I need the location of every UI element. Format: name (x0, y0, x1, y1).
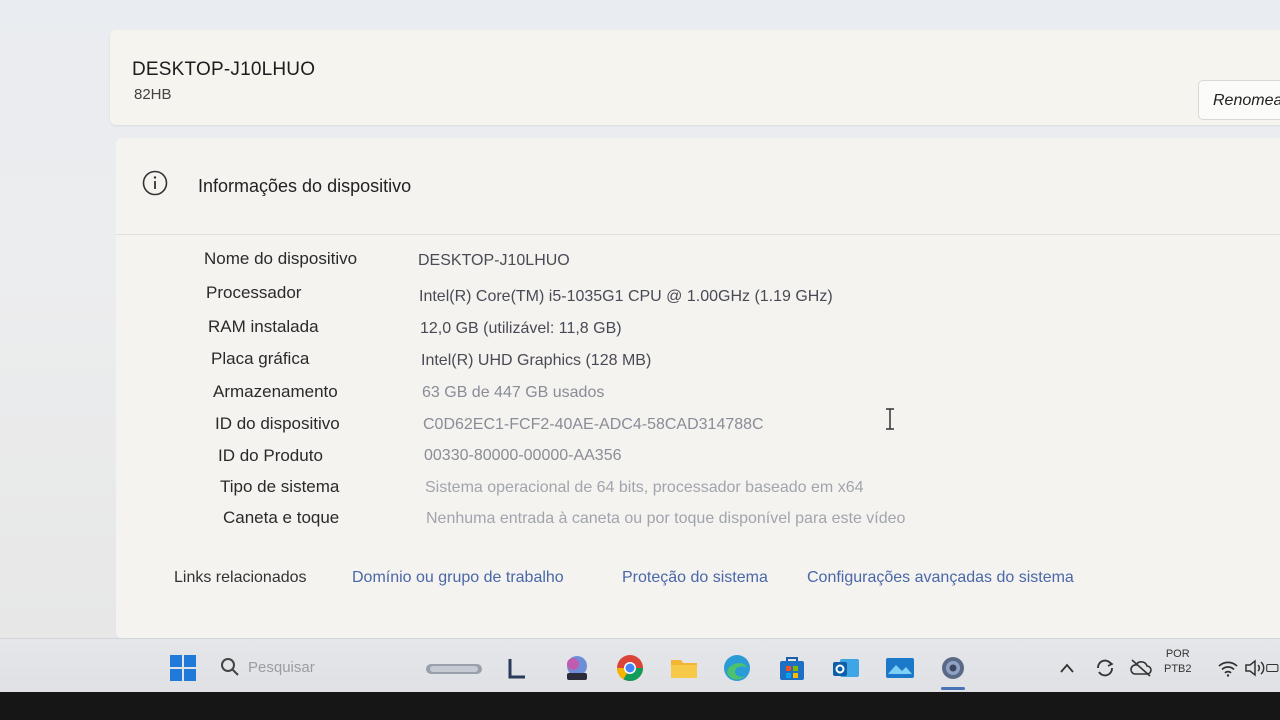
spec-label-storage: Armazenamento (213, 382, 338, 401)
spec-label-device-name: Nome do dispositivo (204, 249, 358, 268)
device-info-title: Informações do dispositivo (198, 176, 412, 196)
chevron-up-icon[interactable] (1052, 653, 1082, 683)
spec-label-system-type: Tipo de sistema (220, 477, 340, 496)
chrome-icon[interactable] (615, 653, 645, 683)
spec-label-processor: Processador (206, 283, 302, 302)
search-placeholder: Pesquisar (248, 658, 315, 676)
battery-icon[interactable] (1266, 653, 1280, 683)
spec-value-graphics[interactable]: Intel(R) UHD Graphics (128 MB) (421, 352, 651, 370)
spec-value-device-id[interactable]: C0D62EC1-FCF2-40AE-ADC4-58CAD314788C (423, 416, 764, 434)
photos-icon[interactable] (885, 653, 915, 683)
spec-value-pen-touch[interactable]: Nenhuma entrada à caneta ou por toque di… (426, 510, 905, 528)
file-explorer-icon[interactable] (669, 653, 699, 683)
rename-button[interactable]: Renomear (1198, 80, 1280, 120)
spec-value-product-id[interactable]: 00330-80000-00000-AA356 (424, 447, 622, 465)
device-info-header[interactable]: Informações do dispositivo (116, 138, 1280, 235)
link-advanced-system-settings[interactable]: Configurações avançadas do sistema (807, 569, 1074, 587)
device-model-label: 82HB (134, 86, 172, 103)
spec-label-device-id: ID do dispositivo (215, 414, 340, 433)
search-icon (221, 658, 239, 676)
keyboard-layout-label: PTB2 (1164, 663, 1192, 675)
monitor-bezel (0, 692, 1280, 720)
sync-icon[interactable] (1090, 653, 1120, 683)
input-language-indicator[interactable]: POR PTB2 (1164, 647, 1192, 677)
link-system-protection[interactable]: Proteção do sistema (622, 569, 768, 587)
related-links-label: Links relacionados (174, 569, 307, 586)
taskbar: Pesquisar POR PTB2 (0, 638, 1280, 692)
device-name-heading: DESKTOP-J10LHUO (132, 59, 316, 80)
link-domain-workgroup[interactable]: Domínio ou grupo de trabalho (352, 569, 564, 587)
spec-label-graphics: Placa gráfica (211, 349, 310, 368)
info-icon (142, 170, 168, 196)
file-icon[interactable] (502, 653, 532, 683)
spec-value-storage[interactable]: 63 GB de 447 GB usados (422, 384, 604, 402)
settings-window: DESKTOP-J10LHUO 82HB Renomear Informaçõe… (0, 0, 1280, 692)
spec-value-ram[interactable]: 12,0 GB (utilizável: 11,8 GB) (420, 320, 622, 338)
text-cursor-icon (886, 408, 894, 430)
wifi-icon[interactable] (1213, 653, 1243, 683)
outlook-icon[interactable] (831, 653, 861, 683)
taskbar-search[interactable]: Pesquisar (220, 651, 400, 683)
spec-label-product-id: ID do Produto (218, 446, 323, 465)
spec-value-device-name[interactable]: DESKTOP-J10LHUO (418, 252, 570, 270)
widgets-icon[interactable] (424, 653, 484, 683)
spec-label-ram: RAM instalada (208, 317, 319, 336)
windows-start-icon[interactable] (168, 653, 198, 683)
spec-value-system-type[interactable]: Sistema operacional de 64 bits, processa… (425, 479, 863, 497)
store-icon[interactable] (777, 653, 807, 683)
language-label: POR (1165, 648, 1190, 660)
settings-icon[interactable] (938, 653, 968, 683)
cloud-off-icon[interactable] (1126, 653, 1156, 683)
spec-label-pen-touch: Caneta e toque (223, 508, 340, 527)
spec-value-processor[interactable]: Intel(R) Core(TM) i5-1035G1 CPU @ 1.00GH… (419, 288, 833, 306)
m365-icon[interactable] (562, 653, 592, 683)
edge-icon[interactable] (722, 653, 752, 683)
device-name-card: DESKTOP-J10LHUO 82HB Renomear (110, 30, 1280, 125)
active-app-indicator (941, 687, 965, 690)
